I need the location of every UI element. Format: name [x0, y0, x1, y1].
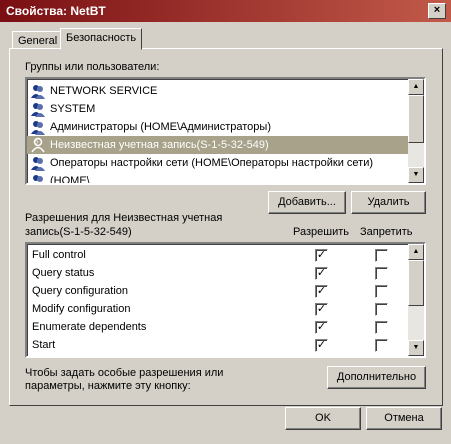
- group-icon: [31, 121, 45, 135]
- permission-name: Enumerate dependents: [32, 321, 147, 333]
- permission-row: Query status ✓: [27, 264, 408, 282]
- deny-checkbox[interactable]: [375, 267, 388, 280]
- arrow-up-icon: ▲: [412, 83, 420, 90]
- scroll-down-button[interactable]: ▼: [408, 167, 424, 183]
- permission-name: Query configuration: [32, 285, 128, 297]
- arrow-down-icon: ▼: [412, 344, 420, 351]
- allow-header: Разрешить: [293, 226, 349, 238]
- scroll-thumb[interactable]: [408, 260, 424, 306]
- check-icon: ✓: [316, 285, 327, 297]
- permissions-list[interactable]: Full control ✓ Query status ✓ Query conf…: [25, 242, 426, 358]
- group-icon: [31, 157, 45, 171]
- list-item-label: (HOME\: [50, 175, 90, 185]
- permission-row: Modify configuration ✓: [27, 300, 408, 318]
- check-icon: ✓: [316, 267, 327, 279]
- list-item-label: SYSTEM: [50, 103, 96, 115]
- allow-checkbox[interactable]: ✓: [315, 321, 328, 334]
- advanced-button[interactable]: Дополнительно: [327, 366, 426, 389]
- groups-list[interactable]: NETWORK SERVICE SYSTEM Администраторы (H…: [25, 77, 426, 185]
- list-item[interactable]: NETWORK SERVICE: [27, 82, 408, 100]
- check-icon: ✓: [316, 249, 327, 261]
- deny-checkbox[interactable]: [375, 339, 388, 352]
- deny-header: Запретить: [360, 226, 413, 238]
- list-item-selected[interactable]: ? Неизвестная учетная запись(S-1-5-32-54…: [27, 136, 408, 154]
- list-item-label: Операторы настройки сети (HOME\Операторы…: [50, 157, 374, 169]
- list-item[interactable]: (HOME\: [27, 172, 408, 185]
- deny-checkbox[interactable]: [375, 303, 388, 316]
- group-icon: [31, 85, 45, 99]
- scroll-up-button[interactable]: ▲: [408, 244, 424, 260]
- permission-row: Enumerate dependents ✓: [27, 318, 408, 336]
- list-item[interactable]: Администраторы (HOME\Администраторы): [27, 118, 408, 136]
- advanced-hint-line2: параметры, нажмите эту кнопку:: [25, 380, 191, 392]
- close-icon: ×: [433, 4, 441, 16]
- permission-row: Query configuration ✓: [27, 282, 408, 300]
- unknown-user-icon: ?: [31, 137, 45, 153]
- arrow-up-icon: ▲: [412, 248, 420, 255]
- check-icon: ✓: [316, 303, 327, 315]
- title-bar: Свойства: NetBT ×: [0, 0, 451, 22]
- allow-checkbox[interactable]: ✓: [315, 285, 328, 298]
- check-icon: ✓: [316, 339, 327, 351]
- scroll-thumb[interactable]: [408, 95, 424, 143]
- tab-security[interactable]: Безопасность: [60, 28, 143, 50]
- permission-name: Full control: [32, 249, 86, 261]
- permission-row: Start ✓: [27, 336, 408, 354]
- tab-security-label: Безопасность: [66, 32, 137, 44]
- permission-name: Start: [32, 339, 56, 351]
- deny-checkbox[interactable]: [375, 249, 388, 262]
- permission-name: Query status: [32, 267, 95, 279]
- window-title: Свойства: NetBT: [6, 4, 106, 18]
- allow-checkbox[interactable]: ✓: [315, 339, 328, 352]
- list-item[interactable]: Операторы настройки сети (HOME\Операторы…: [27, 154, 408, 172]
- list-item-label: NETWORK SERVICE: [50, 85, 158, 97]
- allow-checkbox[interactable]: ✓: [315, 267, 328, 280]
- check-icon: ✓: [316, 321, 327, 333]
- group-icon: [31, 103, 45, 117]
- permissions-scrollbar[interactable]: ▲ ▼: [408, 244, 424, 356]
- permissions-label-line1: Разрешения для Неизвестная учетная: [25, 212, 223, 224]
- permissions-label-line2: запись(S-1-5-32-549): [25, 226, 132, 238]
- deny-checkbox[interactable]: [375, 321, 388, 334]
- ok-button[interactable]: OK: [285, 407, 361, 430]
- scroll-down-button[interactable]: ▼: [408, 340, 424, 356]
- advanced-hint-line1: Чтобы задать особые разрешения или: [25, 367, 224, 379]
- list-item-label: Неизвестная учетная запись(S-1-5-32-549): [50, 139, 269, 151]
- cancel-button[interactable]: Отмена: [366, 407, 442, 430]
- close-button[interactable]: ×: [428, 3, 446, 19]
- arrow-down-icon: ▼: [412, 171, 420, 178]
- add-button[interactable]: Добавить...: [268, 191, 346, 214]
- groups-label: Группы или пользователи:: [25, 61, 160, 73]
- deny-checkbox[interactable]: [375, 285, 388, 298]
- remove-button[interactable]: Удалить: [351, 191, 426, 214]
- list-item-label: Администраторы (HOME\Администраторы): [50, 121, 271, 133]
- list-item[interactable]: SYSTEM: [27, 100, 408, 118]
- tab-general-label: General: [18, 35, 58, 47]
- permission-name: Modify configuration: [32, 303, 131, 315]
- groups-scrollbar[interactable]: ▲ ▼: [408, 79, 424, 183]
- group-icon: [33, 175, 43, 182]
- permission-row: Full control ✓: [27, 246, 408, 264]
- allow-checkbox[interactable]: ✓: [315, 249, 328, 262]
- scroll-up-button[interactable]: ▲: [408, 79, 424, 95]
- allow-checkbox[interactable]: ✓: [315, 303, 328, 316]
